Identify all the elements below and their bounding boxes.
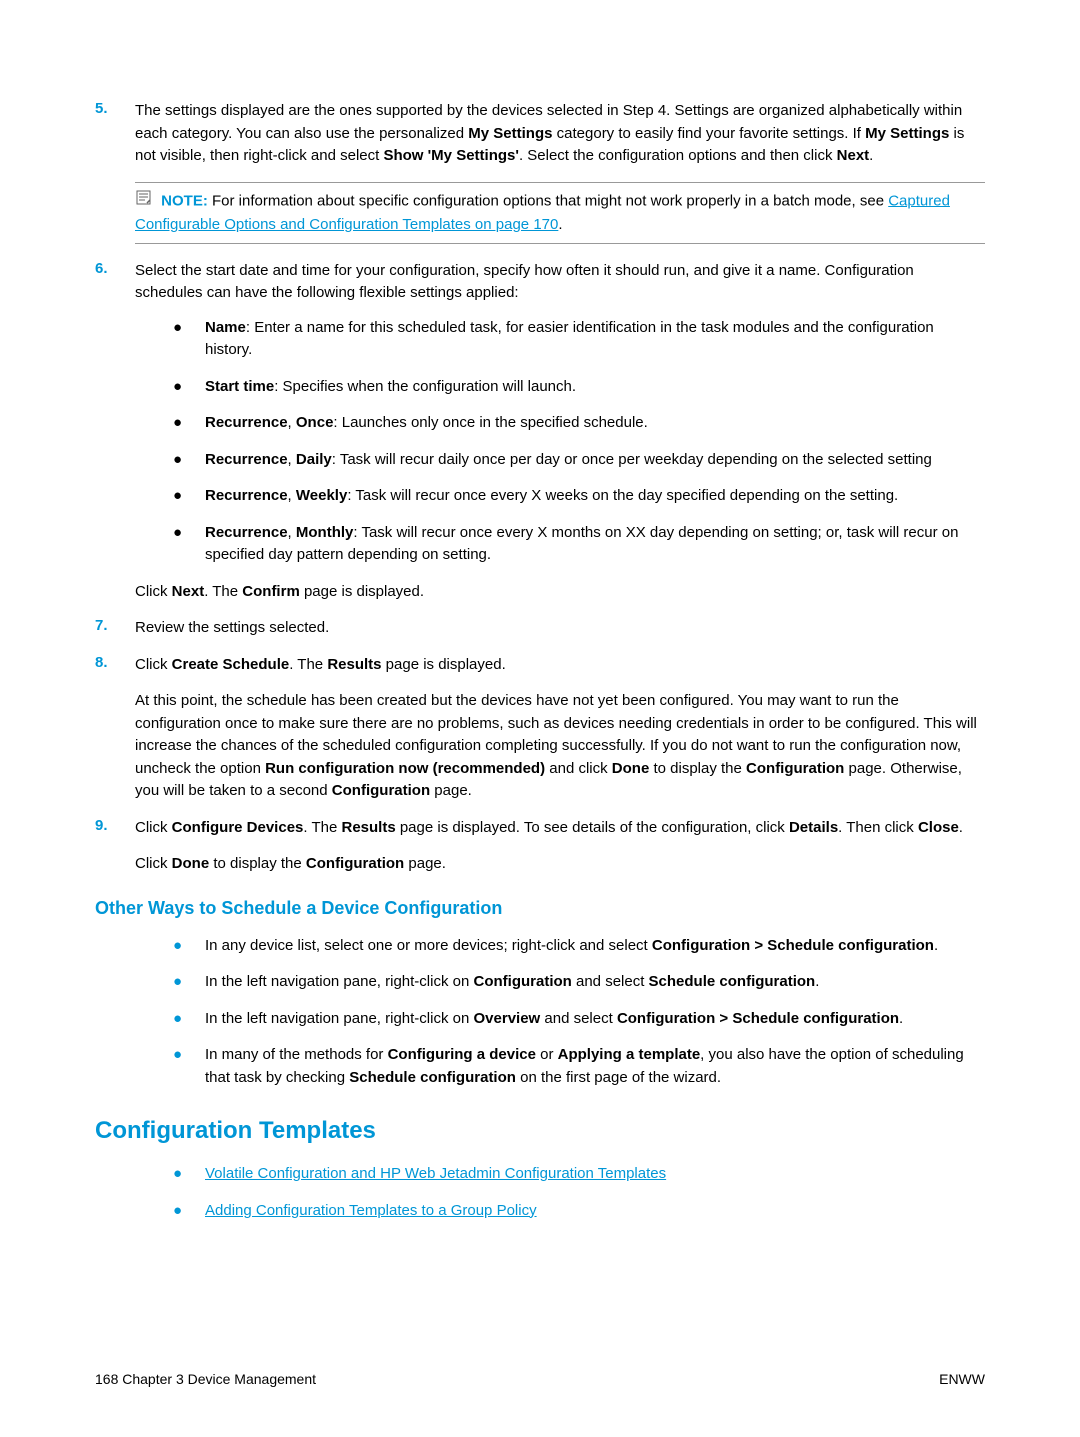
list-item: ●Start time: Specifies when the configur… [173, 376, 985, 399]
section-heading-other-ways: Other Ways to Schedule a Device Configur… [95, 898, 985, 919]
list-item: ●Adding Configuration Templates to a Gro… [173, 1200, 985, 1223]
step-8: 8. Click Create Schedule. The Results pa… [95, 654, 985, 803]
note-callout: NOTE: For information about specific con… [135, 182, 985, 244]
list-item: ●In the left navigation pane, right-clic… [173, 971, 985, 994]
bullet-dot: ● [173, 485, 205, 508]
bullet-dot: ● [173, 412, 205, 435]
bullet-text: Name: Enter a name for this scheduled ta… [205, 317, 985, 362]
list-item: ●Recurrence, Daily: Task will recur dail… [173, 449, 985, 472]
step-9-after: Click Done to display the Configuration … [135, 853, 985, 876]
step-9: 9. Click Configure Devices. The Results … [95, 817, 985, 876]
list-item: ●Recurrence, Once: Launches only once in… [173, 412, 985, 435]
step-7: 7. Review the settings selected. [95, 617, 985, 640]
bullet-dot: ● [173, 522, 205, 567]
step-6-after: Click Next. The Confirm page is displaye… [135, 581, 985, 604]
note-label: NOTE: [161, 192, 208, 209]
list-item: ●In any device list, select one or more … [173, 935, 985, 958]
list-item: ●Volatile Configuration and HP Web Jetad… [173, 1163, 985, 1186]
step-8-para: At this point, the schedule has been cre… [135, 690, 985, 803]
config-templates-links: ●Volatile Configuration and HP Web Jetad… [173, 1163, 985, 1222]
link-item: Adding Configuration Templates to a Grou… [205, 1200, 985, 1223]
step-6-intro: Select the start date and time for your … [135, 260, 985, 305]
step-6-bullets: ●Name: Enter a name for this scheduled t… [173, 317, 985, 567]
bullet-text: Recurrence, Monthly: Task will recur onc… [205, 522, 985, 567]
section-heading-config-templates: Configuration Templates [95, 1117, 985, 1145]
footer-left: 168 Chapter 3 Device Management [95, 1371, 316, 1387]
link-item: Volatile Configuration and HP Web Jetadm… [205, 1163, 985, 1186]
bullet-dot: ● [173, 1163, 205, 1186]
step-8-line1: Click Create Schedule. The Results page … [135, 654, 985, 677]
bullet-text: Recurrence, Daily: Task will recur daily… [205, 449, 985, 472]
list-item: ●Recurrence, Monthly: Task will recur on… [173, 522, 985, 567]
step-text: Review the settings selected. [135, 617, 985, 640]
footer-right: ENWW [939, 1371, 985, 1387]
step-number: 8. [95, 654, 135, 803]
bullet-dot: ● [173, 1008, 205, 1031]
step-9-line1: Click Configure Devices. The Results pag… [135, 817, 985, 840]
bullet-text: In many of the methods for Configuring a… [205, 1044, 985, 1089]
step-text: The settings displayed are the ones supp… [135, 100, 985, 168]
note-icon [135, 189, 153, 215]
step-number: 7. [95, 617, 135, 640]
step-6: 6. Select the start date and time for yo… [95, 260, 985, 604]
step-text: Click Configure Devices. The Results pag… [135, 817, 985, 876]
link-volatile-config[interactable]: Volatile Configuration and HP Web Jetadm… [205, 1165, 666, 1182]
list-item: ●In many of the methods for Configuring … [173, 1044, 985, 1089]
note-after: . [558, 216, 562, 233]
bullet-dot: ● [173, 1044, 205, 1089]
other-ways-list: ●In any device list, select one or more … [173, 935, 985, 1090]
bullet-dot: ● [173, 376, 205, 399]
bullet-text: In any device list, select one or more d… [205, 935, 985, 958]
step-number: 5. [95, 100, 135, 168]
bullet-text: In the left navigation pane, right-click… [205, 971, 985, 994]
bullet-dot: ● [173, 935, 205, 958]
step-text: Select the start date and time for your … [135, 260, 985, 604]
step-5: 5. The settings displayed are the ones s… [95, 100, 985, 168]
step-number: 6. [95, 260, 135, 604]
note-text: For information about specific configura… [212, 192, 888, 209]
bullet-text: Recurrence, Weekly: Task will recur once… [205, 485, 985, 508]
bullet-dot: ● [173, 971, 205, 994]
step-number: 9. [95, 817, 135, 876]
bullet-dot: ● [173, 317, 205, 362]
list-item: ●Name: Enter a name for this scheduled t… [173, 317, 985, 362]
bullet-dot: ● [173, 1200, 205, 1223]
link-adding-templates[interactable]: Adding Configuration Templates to a Grou… [205, 1202, 537, 1219]
list-item: ●In the left navigation pane, right-clic… [173, 1008, 985, 1031]
step-text: Click Create Schedule. The Results page … [135, 654, 985, 803]
bullet-dot: ● [173, 449, 205, 472]
list-item: ●Recurrence, Weekly: Task will recur onc… [173, 485, 985, 508]
bullet-text: Recurrence, Once: Launches only once in … [205, 412, 985, 435]
bullet-text: Start time: Specifies when the configura… [205, 376, 985, 399]
bullet-text: In the left navigation pane, right-click… [205, 1008, 985, 1031]
page-footer: 168 Chapter 3 Device Management ENWW [95, 1371, 985, 1387]
